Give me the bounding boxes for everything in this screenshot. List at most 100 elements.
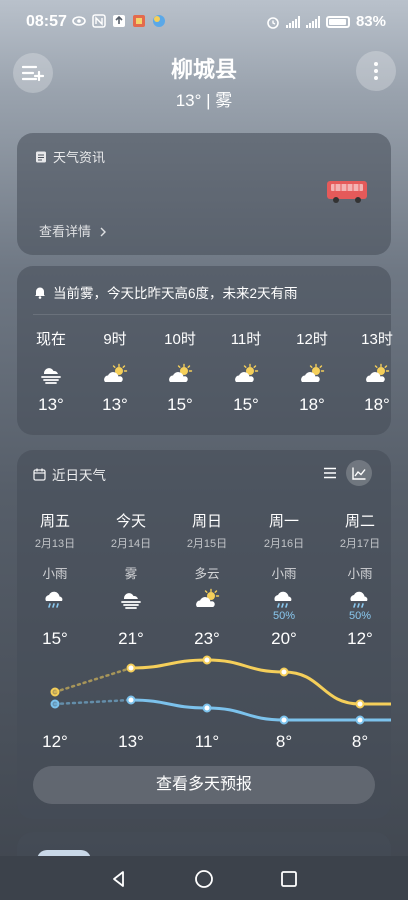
day-icon-wrap <box>271 588 297 610</box>
news-detail-link[interactable]: 查看详情 <box>39 221 107 240</box>
fog-icon <box>41 368 61 384</box>
more-days-label: 查看多天预报 <box>155 776 252 793</box>
daily-item[interactable]: 周二 2月17日 小雨 50% 12° <box>325 510 395 649</box>
hour-icon-wrap <box>102 363 128 385</box>
day-icon-wrap <box>118 588 144 610</box>
high-temp-point <box>126 663 136 673</box>
eye-icon <box>72 16 86 26</box>
day-date: 2月14日 <box>110 538 152 550</box>
calendar-icon <box>33 468 46 481</box>
day-low-temp: 8° <box>275 732 293 751</box>
hour-icon-wrap <box>233 363 259 385</box>
signal-5g-2-icon <box>305 15 320 28</box>
bell-icon <box>35 287 45 299</box>
day-date: 2月17日 <box>339 538 381 550</box>
day-icon-wrap <box>194 588 220 610</box>
notification-icons <box>72 14 166 28</box>
day-cond: 小雨 <box>42 567 68 581</box>
day-cond: 小雨 <box>271 567 297 581</box>
bus-image <box>327 181 367 203</box>
list-view-toggle[interactable] <box>317 460 343 486</box>
fog-icon <box>121 593 141 609</box>
hour-label: 现在 <box>35 331 66 348</box>
battery-icon <box>325 15 350 28</box>
day-low-temp: 13° <box>118 732 144 751</box>
partly-sunny-icon <box>301 363 325 382</box>
recents-icon[interactable] <box>278 868 300 890</box>
day-precip-percent: 50% <box>348 610 372 622</box>
chart-view-toggle[interactable] <box>346 460 372 486</box>
document-icon <box>36 151 46 162</box>
daily-item[interactable]: 今天 2月14日雾 21° <box>96 510 166 649</box>
high-temp-past-line <box>53 666 133 694</box>
status-time: 08:57 <box>26 13 67 30</box>
high-temp-point <box>50 687 60 697</box>
current-weather: 13° | 雾 <box>175 91 233 110</box>
daily-item[interactable]: 周五 2月13日 小雨 15° <box>20 510 90 649</box>
high-temp-point <box>202 655 212 665</box>
home-icon[interactable] <box>193 868 215 890</box>
day-cond: 小雨 <box>347 567 373 581</box>
day-name: 周日 <box>191 513 222 530</box>
day-name: 周一 <box>268 513 299 530</box>
day-date: 2月16日 <box>263 538 305 550</box>
hourly-summary-row: 当前雾，今天比昨天高6度，未来2天有雨 <box>33 282 298 302</box>
day-precip-percent <box>20 610 90 623</box>
day-icon-wrap <box>347 588 373 610</box>
day-icon-wrap <box>42 588 68 610</box>
partly-sunny-icon <box>235 363 259 382</box>
daily-forecast-card: 近日天气 周五 2月13日 小雨 15° 今天 2月14日雾 21° 周日 2月15日 多云 23°… <box>17 450 391 819</box>
hour-temp: 18° <box>299 395 325 414</box>
system-nav-bar <box>0 856 408 900</box>
city-name: 柳城县 <box>170 57 237 82</box>
hour-label: 9时 <box>103 331 127 348</box>
chart-icon <box>352 467 366 480</box>
partly-sunny-icon <box>366 363 390 382</box>
battery-percent: 83% <box>355 13 386 30</box>
hour-temp: 15° <box>167 395 193 414</box>
hour-icon-wrap <box>299 363 325 385</box>
hour-label: 11时 <box>230 331 262 348</box>
chevron-right-icon <box>100 227 106 237</box>
high-temp-point <box>279 667 289 677</box>
news-title: 天气资讯 <box>53 150 106 165</box>
day-precip-percent <box>96 610 166 623</box>
upload-icon <box>113 15 125 27</box>
hourly-item: 现在 13° <box>21 328 81 415</box>
daily-item[interactable]: 周一 2月16日 小雨 50% 20° <box>249 510 319 649</box>
day-cond: 多云 <box>194 567 220 581</box>
hour-label: 13时 <box>361 331 393 348</box>
daily-header: 近日天气 <box>33 464 106 484</box>
hourly-item: 10时 15° <box>150 328 210 415</box>
nfc-icon <box>92 14 106 28</box>
low-temp-point <box>279 715 289 725</box>
day-name: 周二 <box>344 513 375 530</box>
hour-temp: 15° <box>233 395 259 414</box>
app-icon <box>133 15 145 27</box>
daily-item[interactable]: 周日 2月15日 多云 23° <box>172 510 242 649</box>
hour-label: 12时 <box>296 331 328 348</box>
signal-5g-1-icon <box>285 15 300 28</box>
status-bar: 08:57 83% <box>0 0 408 44</box>
more-days-button[interactable]: 查看多天预报 <box>33 766 375 804</box>
low-temp-point <box>126 695 136 705</box>
day-cond: 雾 <box>124 567 138 581</box>
hour-label: 10时 <box>164 331 196 348</box>
hourly-forecast-card: 当前雾，今天比昨天高6度，未来2天有雨 现在 13° 9时 13° 10时 15° 11时 1… <box>17 266 393 435</box>
hourly-item: 9时 13° <box>85 328 145 415</box>
hour-temp: 13° <box>38 395 64 414</box>
list-icon <box>324 467 336 479</box>
partly-sunny-icon <box>104 363 128 382</box>
weather-news-card[interactable]: 天气资讯 查看详情 <box>17 133 391 255</box>
day-low-temp: 8° <box>351 732 369 751</box>
low-temp-point <box>50 699 60 709</box>
divider <box>33 314 391 315</box>
back-icon[interactable] <box>108 868 130 890</box>
rain-cloud-icon <box>274 591 292 608</box>
rain-cloud-icon <box>350 591 368 608</box>
partly-sunny-icon <box>169 363 193 382</box>
status-right: 83% <box>266 13 386 30</box>
hour-temp: 18° <box>364 395 390 414</box>
high-temp-line <box>130 658 391 706</box>
hour-icon-wrap <box>38 363 64 385</box>
